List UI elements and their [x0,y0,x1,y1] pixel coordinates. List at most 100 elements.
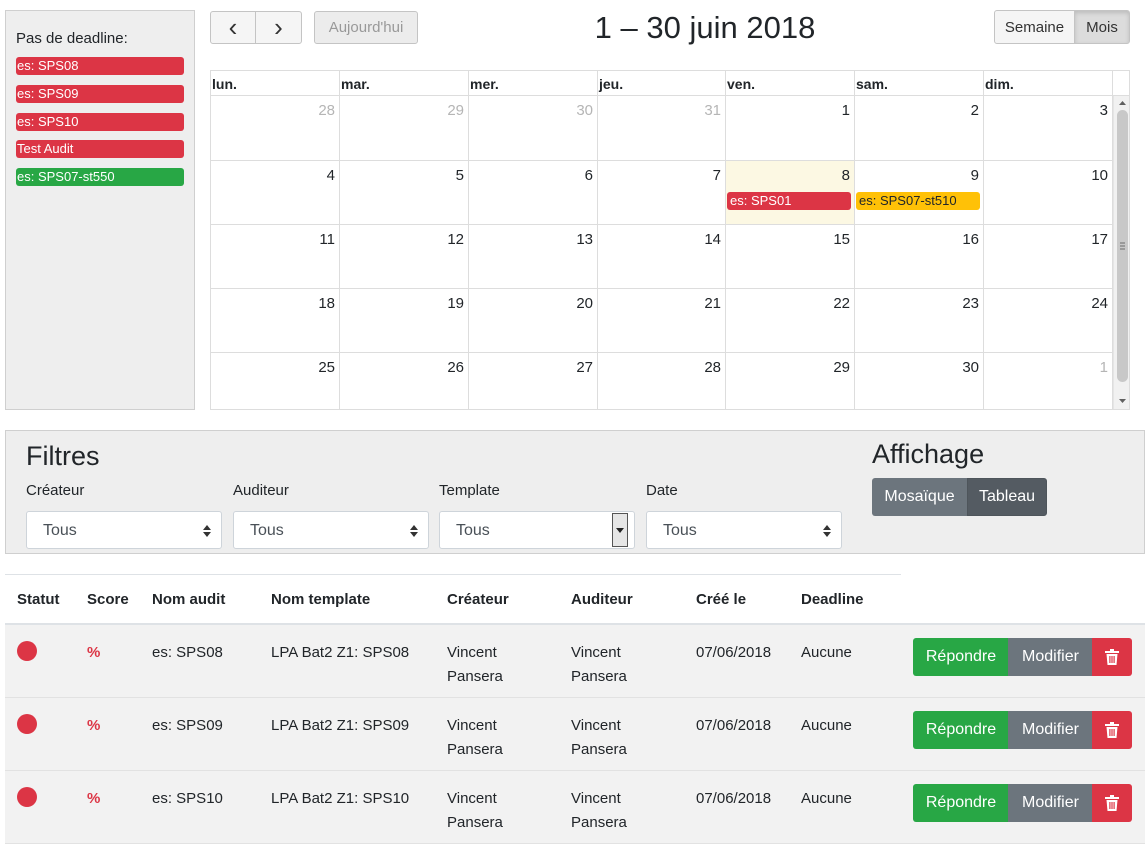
day-cell[interactable]: 22 [726,289,855,353]
day-cell[interactable]: 23 [855,289,984,353]
next-button[interactable]: › [255,11,302,44]
day-header-wed: mer. [469,71,598,96]
template-filter-label: Template [439,482,500,499]
day-cell[interactable]: 19 [340,289,469,353]
month-view-button[interactable]: Mois [1074,10,1130,44]
day-cell[interactable]: 4 [211,161,340,225]
day-header-fri: ven. [726,71,855,96]
day-cell[interactable]: 26 [340,353,469,409]
created-cell: 07/06/2018 [696,644,772,661]
day-cell[interactable]: 14 [598,225,726,289]
answer-button[interactable]: Répondre [913,784,1009,822]
day-cell[interactable]: 29 [726,353,855,409]
table-row: % es: SPS08 LPA Bat2 Z1: SPS08 Vincent P… [5,625,1145,698]
edit-button[interactable]: Modifier [1008,784,1093,822]
day-number: 28 [704,359,721,376]
prev-button[interactable]: ‹ [210,11,256,44]
auditor-first-name: Vincent [571,717,621,734]
day-number: 10 [1091,167,1108,184]
scrollbar-thumb[interactable] [1117,110,1128,382]
answer-button[interactable]: Répondre [913,711,1009,749]
external-event[interactable]: es: SPS09 [16,85,184,103]
day-cell[interactable]: 2 [855,96,984,161]
day-cell[interactable]: 28 [211,96,340,161]
table-view-button[interactable]: Tableau [967,478,1047,516]
calendar-scrollbar[interactable] [1113,96,1130,409]
creator-first-name: Vincent [447,644,497,661]
external-event[interactable]: es: SPS07-st550 [16,168,184,186]
template-name-cell: LPA Bat2 Z1: SPS10 [271,790,410,807]
day-number: 5 [455,167,464,184]
day-cell[interactable]: 30 [469,96,598,161]
day-number: 29 [447,102,464,119]
day-cell[interactable]: 28 [598,353,726,409]
filters-panel: Filtres Créateur Tous Auditeur Tous Temp… [5,430,1145,554]
creator-first-name: Vincent [447,790,497,807]
week-view-button[interactable]: Semaine [994,10,1075,44]
scroll-down-arrow-icon[interactable] [1114,396,1130,406]
day-cell[interactable]: 11 [211,225,340,289]
day-number: 21 [704,295,721,312]
col-header-created: Créé le [696,591,747,608]
day-cell[interactable]: 25 [211,353,340,409]
day-cell[interactable]: 1 [726,96,855,161]
table-row: % es: SPS09 LPA Bat2 Z1: SPS09 Vincent P… [5,698,1145,771]
day-header-sun: dim. [984,71,1113,96]
day-header-mon: lun. [211,71,340,96]
creator-cell: Vincent Pansera [447,787,503,835]
day-cell[interactable]: 30 [855,353,984,409]
auditor-filter-label: Auditeur [233,482,289,499]
day-cell[interactable]: 12 [340,225,469,289]
day-cell[interactable]: 6 [469,161,598,225]
status-indicator [17,714,37,734]
calendar-event[interactable]: es: SPS01 [727,192,851,210]
template-name-cell: LPA Bat2 Z1: SPS09 [271,717,410,734]
scroll-up-arrow-icon[interactable] [1114,98,1130,108]
day-cell[interactable]: 21 [598,289,726,353]
external-event[interactable]: Test Audit [16,140,184,158]
day-cell[interactable]: 27 [469,353,598,409]
day-cell[interactable]: 24 [984,289,1113,353]
template-select[interactable]: Tous [439,511,635,549]
creator-select[interactable]: Tous [26,511,222,549]
date-select[interactable]: Tous [646,511,842,549]
day-cell[interactable]: 15 [726,225,855,289]
day-cell[interactable]: 20 [469,289,598,353]
day-cell[interactable]: 3 [984,96,1113,161]
external-event[interactable]: es: SPS08 [16,57,184,75]
delete-button[interactable] [1092,638,1132,676]
today-button[interactable]: Aujourd'hui [314,11,418,44]
day-cell[interactable]: 13 [469,225,598,289]
edit-button[interactable]: Modifier [1008,711,1093,749]
col-header-template-name: Nom template [271,591,371,608]
day-cell[interactable]: 10 [984,161,1113,225]
day-cell[interactable]: 29 [340,96,469,161]
day-cell[interactable]: 16 [855,225,984,289]
day-cell[interactable]: 7 [598,161,726,225]
select-arrows-icon [203,512,211,553]
answer-button[interactable]: Répondre [913,638,1009,676]
month-calendar: lun. mar. mer. jeu. ven. sam. dim. 28 29… [210,70,1130,410]
edit-button[interactable]: Modifier [1008,638,1093,676]
day-cell[interactable]: 1 [984,353,1113,409]
select-arrows-icon [410,512,418,553]
chevron-left-icon: ‹ [228,12,238,42]
auditor-last-name: Pansera [571,668,627,685]
day-number: 6 [584,167,593,184]
delete-button[interactable] [1092,784,1132,822]
template-name-cell: LPA Bat2 Z1: SPS08 [271,644,410,661]
col-header-score: Score [87,591,129,608]
delete-button[interactable] [1092,711,1132,749]
creator-last-name: Pansera [447,668,503,685]
calendar-event[interactable]: es: SPS07-st510 [856,192,980,210]
auditor-select[interactable]: Tous [233,511,429,549]
creator-filter-label: Créateur [26,482,85,499]
external-event[interactable]: es: SPS10 [16,113,184,131]
col-header-status: Statut [17,591,60,608]
mosaic-view-button[interactable]: Mosaïque [872,478,967,516]
day-cell[interactable]: 18 [211,289,340,353]
day-cell[interactable]: 17 [984,225,1113,289]
day-number: 28 [318,102,335,119]
day-cell[interactable]: 5 [340,161,469,225]
day-cell[interactable]: 31 [598,96,726,161]
